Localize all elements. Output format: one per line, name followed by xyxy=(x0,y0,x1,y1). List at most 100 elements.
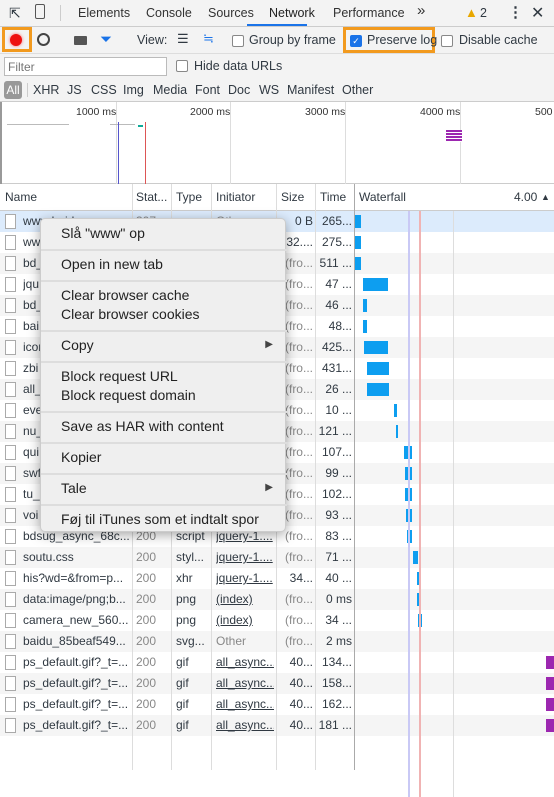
screenshot-camera-icon[interactable] xyxy=(74,36,87,45)
cell-initiator[interactable]: all_async... xyxy=(216,676,274,690)
group-by-frame-label: Group by frame xyxy=(249,33,336,47)
overview-left-handle[interactable] xyxy=(0,102,2,184)
cell-size: 40... xyxy=(289,697,313,711)
column-header-initiator[interactable]: Initiator xyxy=(216,190,255,204)
type-filter-js[interactable]: JS xyxy=(67,83,82,97)
cell-time: 181 ... xyxy=(318,718,352,732)
more-tabs-icon[interactable]: » xyxy=(417,2,425,19)
cell-initiator[interactable]: all_async... xyxy=(216,697,274,711)
tab-performance[interactable]: Performance xyxy=(333,6,405,20)
large-rows-icon[interactable]: ☰ xyxy=(177,31,189,47)
column-header-status[interactable]: Stat... xyxy=(136,190,167,204)
waterfall-bar xyxy=(363,278,388,291)
waterfall-view-icon[interactable]: ≒ xyxy=(203,31,214,47)
cell-type: gif xyxy=(176,655,189,669)
cell-initiator[interactable]: jquery-1.... xyxy=(216,571,274,585)
menu-item-tale[interactable]: Tale xyxy=(61,480,87,496)
clear-icon[interactable] xyxy=(37,33,50,46)
type-filter-xhr[interactable]: XHR xyxy=(33,83,59,97)
overview-tick-label: 4000 ms xyxy=(420,106,461,118)
inspect-element-icon[interactable]: ⇱ xyxy=(9,5,21,22)
cell-status: 200 xyxy=(136,592,157,606)
table-row[interactable]: ps_default.gif?_t=... 200 gif all_async... 4… xyxy=(0,694,554,715)
tab-console[interactable]: Console xyxy=(146,6,192,20)
menu-item-copy[interactable]: Copy xyxy=(61,337,94,353)
cell-time: 102... xyxy=(321,487,352,501)
menu-item-kopier[interactable]: Kopier xyxy=(61,449,101,465)
type-filter-font[interactable]: Font xyxy=(195,83,220,97)
cell-initiator[interactable]: jquery-1.... xyxy=(216,550,274,564)
cell-initiator[interactable]: (index) xyxy=(216,592,274,606)
type-filter-all[interactable]: All xyxy=(4,81,22,99)
preserve-log-checkbox[interactable]: ✓ xyxy=(350,35,362,47)
waterfall-scale-label: 4.00 xyxy=(514,190,538,204)
menu-item-block-request-domain[interactable]: Block request domain xyxy=(61,387,196,403)
cell-status: 200 xyxy=(136,634,157,648)
type-filter-media[interactable]: Media xyxy=(153,83,187,97)
group-by-frame-checkbox[interactable] xyxy=(232,35,244,47)
table-row[interactable]: ps_default.gif?_t=... 200 gif all_async... 4… xyxy=(0,715,554,736)
cell-time: 265... xyxy=(321,214,352,228)
table-row[interactable]: his?wd=&from=p... 200 xhr jquery-1.... 34...… xyxy=(0,568,554,589)
table-row[interactable]: camera_new_560... 200 png (index) (fro... 34 … xyxy=(0,610,554,631)
filter-icon[interactable]: ⏷ xyxy=(100,31,112,48)
type-filter-other[interactable]: Other xyxy=(342,83,373,97)
type-filter-manifest[interactable]: Manifest xyxy=(287,83,334,97)
cell-status: 200 xyxy=(136,718,157,732)
table-row[interactable]: ps_default.gif?_t=... 200 gif all_async... 4… xyxy=(0,673,554,694)
menu-item-add-to-itunes[interactable]: Føj til iTunes som et indtalt spor xyxy=(61,511,259,527)
column-header-name[interactable]: Name xyxy=(5,190,37,204)
menu-item-open-in-new-tab[interactable]: Open in new tab xyxy=(61,256,163,272)
file-icon xyxy=(5,529,16,544)
column-header-type[interactable]: Type xyxy=(176,190,202,204)
column-header-size[interactable]: Size xyxy=(281,190,304,204)
menu-item-clear-browser-cookies[interactable]: Clear browser cookies xyxy=(61,306,200,322)
devtools-tab-bar: ⇱ Elements Console Sources Network Perfo… xyxy=(0,0,554,27)
menu-item-block-request-url[interactable]: Block request URL xyxy=(61,368,178,384)
cell-status: 200 xyxy=(136,613,157,627)
table-row[interactable]: baidu_85beaf549... 200 svg... Other (fro... 2… xyxy=(0,631,554,652)
waterfall-bar xyxy=(363,320,367,333)
cell-size: 40... xyxy=(289,676,313,690)
menu-item-look-up[interactable]: Slå "www" op xyxy=(61,225,145,241)
table-row[interactable]: data:image/png;b... 200 png (index) (fro... 0… xyxy=(0,589,554,610)
waterfall-bar xyxy=(355,236,361,249)
menu-item-save-as-har[interactable]: Save as HAR with content xyxy=(61,418,224,434)
disable-cache-checkbox[interactable] xyxy=(441,35,453,47)
sort-ascending-icon[interactable]: ▲ xyxy=(541,192,550,202)
warning-count[interactable]: 2 xyxy=(480,6,487,20)
cell-initiator[interactable]: (index) xyxy=(216,613,274,627)
table-row[interactable]: ps_default.gif?_t=... 200 gif all_async... 4… xyxy=(0,652,554,673)
close-icon[interactable]: ✕ xyxy=(531,3,544,23)
menu-item-clear-browser-cache[interactable]: Clear browser cache xyxy=(61,287,189,303)
active-tab-indicator xyxy=(247,24,307,26)
tab-network[interactable]: Network xyxy=(269,6,315,20)
kebab-menu-icon[interactable]: ⋮ xyxy=(508,3,523,21)
record-button[interactable] xyxy=(10,34,22,46)
warning-icon[interactable]: ▲ xyxy=(465,5,478,20)
column-header-time[interactable]: Time xyxy=(320,190,346,204)
cell-time: 93 ... xyxy=(325,508,352,522)
hide-data-urls-checkbox[interactable] xyxy=(176,60,188,72)
cell-initiator[interactable]: all_async... xyxy=(216,718,274,732)
cell-initiator[interactable]: all_async... xyxy=(216,655,274,669)
type-filter-doc[interactable]: Doc xyxy=(228,83,250,97)
network-overview[interactable]: 1000 ms 2000 ms 3000 ms 4000 ms 500 xyxy=(0,102,554,184)
tab-sources[interactable]: Sources xyxy=(208,6,254,20)
type-filter-img[interactable]: Img xyxy=(123,83,144,97)
device-toolbar-icon[interactable] xyxy=(35,4,45,19)
overview-bar xyxy=(110,124,135,125)
filter-input[interactable] xyxy=(4,57,167,76)
type-filter-ws[interactable]: WS xyxy=(259,83,279,97)
table-row[interactable]: soutu.css 200 styl... jquery-1.... (fro... 71… xyxy=(0,547,554,568)
cell-name: ps_default.gif?_t=... xyxy=(23,718,129,732)
file-icon xyxy=(5,592,16,607)
overview-tick-label: 500 xyxy=(535,106,553,118)
type-filter-css[interactable]: CSS xyxy=(91,83,117,97)
cell-time: 134... xyxy=(321,655,352,669)
cell-type: xhr xyxy=(176,571,193,585)
column-header-waterfall[interactable]: Waterfall xyxy=(359,190,406,204)
cell-size: (fro... xyxy=(284,592,313,606)
tab-elements[interactable]: Elements xyxy=(78,6,130,20)
disable-cache-label: Disable cache xyxy=(459,33,538,47)
